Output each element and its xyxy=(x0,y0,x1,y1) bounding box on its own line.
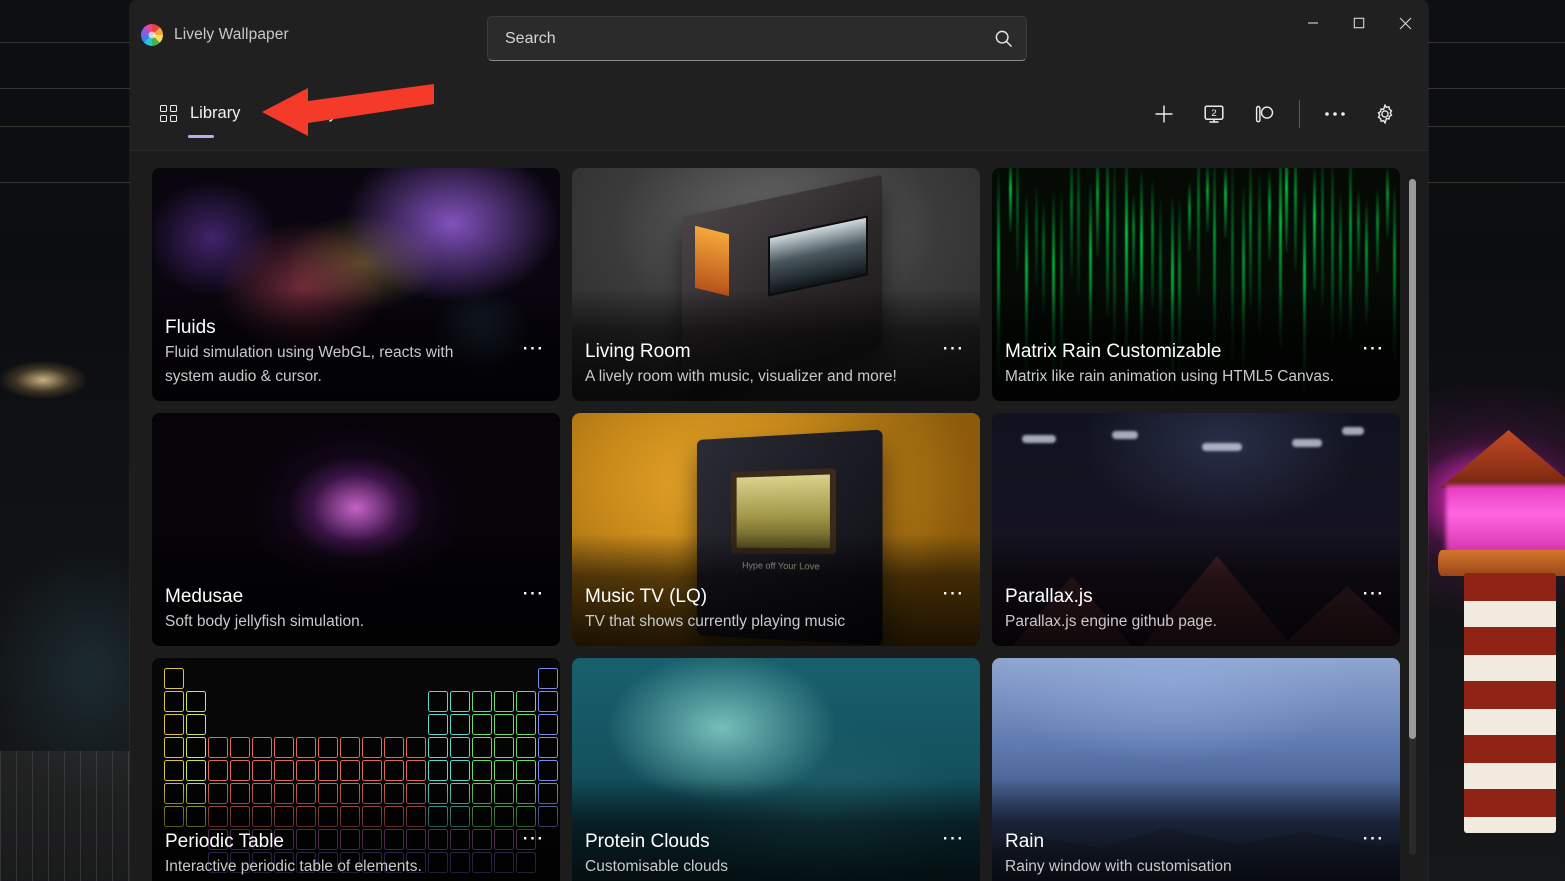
wallpaper-title: Parallax.js xyxy=(1005,584,1342,609)
card-more-icon[interactable]: ⋯ xyxy=(522,833,547,843)
card-more-icon[interactable]: ⋯ xyxy=(522,588,547,598)
wallpaper-description: Interactive periodic table of elements. xyxy=(165,855,502,879)
wallpaper-card[interactable]: Rain Rainy window with customisation ⋯ xyxy=(992,658,1400,881)
card-more-icon[interactable]: ⋯ xyxy=(942,833,967,843)
wallpaper-description: TV that shows currently playing music xyxy=(585,610,922,634)
add-wallpaper-button[interactable] xyxy=(1139,92,1189,136)
wallpaper-description: Matrix like rain animation using HTML5 C… xyxy=(1005,365,1342,389)
card-more-icon[interactable]: ⋯ xyxy=(1362,833,1387,843)
gear-icon[interactable] xyxy=(1360,92,1410,136)
wallpaper-title: Protein Clouds xyxy=(585,829,922,854)
content-scrollbar[interactable] xyxy=(1409,179,1416,855)
wallpaper-card[interactable]: Medusae Soft body jellyfish simulation. … xyxy=(152,413,560,646)
tab-library[interactable]: Library xyxy=(152,77,262,150)
wallpaper-card[interactable]: Periodic Table Interactive periodic tabl… xyxy=(152,658,560,881)
wallpaper-description: Customisable clouds xyxy=(585,855,922,879)
monitor-badge-count: 2 xyxy=(1211,108,1216,119)
wallpaper-title: Periodic Table xyxy=(165,829,502,854)
wallpaper-grid: Fluids Fluid simulation using WebGL, rea… xyxy=(152,168,1400,881)
patreon-icon[interactable] xyxy=(1239,92,1289,136)
wallpaper-description: Fluid simulation using WebGL, reacts wit… xyxy=(165,341,502,389)
wallpaper-title: Fluids xyxy=(165,315,502,340)
maximize-button[interactable] xyxy=(1336,0,1382,46)
toolbar: 2 xyxy=(1139,77,1410,150)
wallpaper-description: Rainy window with customisation xyxy=(1005,855,1342,879)
lighthouse-decoration xyxy=(1452,430,1565,881)
search-input[interactable] xyxy=(488,30,980,48)
wallpaper-card[interactable]: Hype off Your Love Music TV (LQ) TV that… xyxy=(572,413,980,646)
lively-logo-icon xyxy=(141,24,163,46)
wallpaper-description: Parallax.js engine github page. xyxy=(1005,610,1342,634)
tab-gallery-label: Gallery xyxy=(284,104,336,123)
wallpaper-card[interactable]: Protein Clouds Customisable clouds ⋯ xyxy=(572,658,980,881)
minimize-button[interactable] xyxy=(1290,0,1336,46)
card-more-icon[interactable]: ⋯ xyxy=(1362,588,1387,598)
lighthouse-tower xyxy=(1464,573,1556,833)
grid-icon xyxy=(160,105,177,122)
library-content: Fluids Fluid simulation using WebGL, rea… xyxy=(130,151,1428,881)
card-more-icon[interactable]: ⋯ xyxy=(942,343,967,353)
wallpaper-title: Music TV (LQ) xyxy=(585,584,922,609)
card-meta: Fluids Fluid simulation using WebGL, rea… xyxy=(165,315,502,389)
app-brand: Lively Wallpaper xyxy=(141,24,289,46)
toolbar-divider xyxy=(1299,100,1300,128)
card-more-icon[interactable]: ⋯ xyxy=(1362,343,1387,353)
card-meta: Living Room A lively room with music, vi… xyxy=(585,339,922,389)
wallpaper-card[interactable]: Parallax.js Parallax.js engine github pa… xyxy=(992,413,1400,646)
wallpaper-title: Matrix Rain Customizable xyxy=(1005,339,1342,364)
card-meta: Periodic Table Interactive periodic tabl… xyxy=(165,829,502,879)
lively-wallpaper-window: Lively Wallpaper xyxy=(130,0,1428,881)
app-title: Lively Wallpaper xyxy=(174,26,289,44)
close-button[interactable] xyxy=(1382,0,1428,46)
wallpaper-title: Living Room xyxy=(585,339,922,364)
navigation-bar: Library Gallery 2 xyxy=(130,77,1428,151)
scrollbar-thumb[interactable] xyxy=(1409,179,1416,739)
title-bar: Lively Wallpaper xyxy=(130,0,1428,77)
monitor-icon[interactable]: 2 xyxy=(1189,92,1239,136)
card-meta: Matrix Rain Customizable Matrix like rai… xyxy=(1005,339,1342,389)
wallpaper-title: Rain xyxy=(1005,829,1342,854)
tab-library-label: Library xyxy=(190,104,240,123)
tab-selected-indicator xyxy=(188,135,214,139)
lighthouse-roof xyxy=(1440,430,1565,488)
tab-strip: Library Gallery xyxy=(152,77,359,150)
lighthouse-lamp xyxy=(1446,485,1565,557)
wallpaper-card[interactable]: Fluids Fluid simulation using WebGL, rea… xyxy=(152,168,560,401)
wallpaper-card[interactable]: Matrix Rain Customizable Matrix like rai… xyxy=(992,168,1400,401)
tab-gallery[interactable]: Gallery xyxy=(262,77,358,150)
card-meta: Protein Clouds Customisable clouds xyxy=(585,829,922,879)
card-more-icon[interactable]: ⋯ xyxy=(942,588,967,598)
more-options-button[interactable] xyxy=(1310,92,1360,136)
wallpaper-description: Soft body jellyfish simulation. xyxy=(165,610,502,634)
wallpaper-card[interactable]: Living Room A lively room with music, vi… xyxy=(572,168,980,401)
card-meta: Music TV (LQ) TV that shows currently pl… xyxy=(585,584,922,634)
card-more-icon[interactable]: ⋯ xyxy=(522,343,547,353)
card-meta: Rain Rainy window with customisation xyxy=(1005,829,1342,879)
window-controls xyxy=(1290,0,1428,46)
wallpaper-description: A lively room with music, visualizer and… xyxy=(585,365,922,389)
card-meta: Medusae Soft body jellyfish simulation. xyxy=(165,584,502,634)
desktop-fence xyxy=(0,751,140,881)
search-box[interactable] xyxy=(487,16,1027,61)
wallpaper-title: Medusae xyxy=(165,584,502,609)
card-meta: Parallax.js Parallax.js engine github pa… xyxy=(1005,584,1342,634)
search-icon[interactable] xyxy=(980,29,1026,48)
